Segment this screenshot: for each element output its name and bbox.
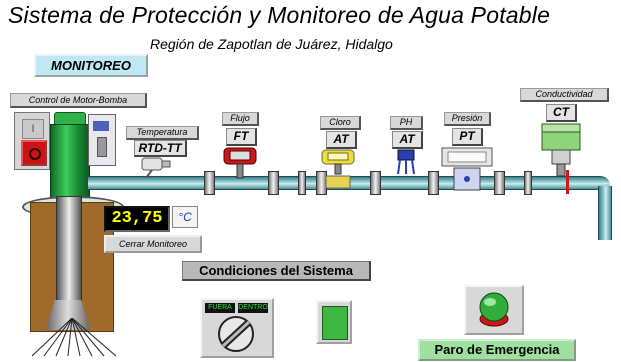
ph-tag: AT bbox=[392, 131, 423, 149]
conductividad-label: Conductividad bbox=[520, 88, 609, 102]
monitoreo-button[interactable]: MONITOREO bbox=[34, 54, 148, 77]
motor-switch-panel: I bbox=[14, 112, 50, 170]
ph-label: PH bbox=[390, 116, 423, 130]
motor-body bbox=[50, 124, 90, 198]
cloro-tag: AT bbox=[326, 131, 357, 149]
flujo-label: Flujo bbox=[222, 112, 259, 126]
selector-knob-icon bbox=[218, 316, 254, 352]
well-shaft bbox=[56, 196, 82, 308]
power-icon bbox=[29, 148, 41, 160]
presion-label: Presión bbox=[444, 112, 491, 126]
temperature-unit: °C bbox=[172, 206, 198, 228]
motor-switch-label: I bbox=[22, 119, 44, 139]
cerrar-monitoreo-button[interactable]: Cerrar Monitoreo bbox=[104, 235, 202, 253]
emergency-stop-icon bbox=[479, 292, 509, 327]
page-title: Sistema de Protección y Monitoreo de Agu… bbox=[8, 2, 551, 28]
conductivity-sensor-icon bbox=[541, 123, 581, 177]
temperatura-tag: RTD-TT bbox=[134, 140, 187, 157]
motor-controller[interactable] bbox=[88, 114, 116, 166]
condiciones-title: Condiciones del Sistema bbox=[182, 261, 371, 281]
selector-switch[interactable]: FUERA DENTRO bbox=[200, 298, 274, 358]
pipe-flange bbox=[524, 171, 532, 195]
motor-control-label: Control de Motor-Bomba bbox=[10, 93, 147, 108]
cloro-label: Cloro bbox=[320, 116, 361, 130]
page-subtitle: Región de Zapotlan de Juárez, Hidalgo bbox=[150, 36, 393, 52]
flow-meter-icon bbox=[223, 147, 257, 179]
pressure-transmitter-icon bbox=[441, 147, 493, 191]
pipe-flange bbox=[370, 171, 381, 195]
ph-sensor-icon bbox=[397, 149, 415, 175]
flujo-tag: FT bbox=[226, 128, 257, 146]
status-indicator bbox=[316, 300, 352, 344]
chlorine-analyzer-icon bbox=[321, 149, 355, 189]
controller-handle bbox=[97, 137, 107, 157]
vertical-pipe bbox=[598, 186, 612, 240]
pipe-flange bbox=[494, 171, 505, 195]
temperature-display: 23,75 bbox=[104, 206, 170, 232]
controller-screen bbox=[93, 121, 109, 131]
selector-fuera-label: FUERA bbox=[205, 303, 235, 313]
pipe-flange bbox=[204, 171, 215, 195]
presion-tag: PT bbox=[452, 128, 483, 146]
pipe-flange bbox=[298, 171, 306, 195]
paro-emergencia-button[interactable]: Paro de Emergencia bbox=[418, 339, 576, 361]
conductividad-tag: CT bbox=[546, 104, 577, 122]
temperature-sensor-icon bbox=[141, 157, 171, 178]
pipe-flange bbox=[428, 171, 439, 195]
temperatura-label: Temperatura bbox=[126, 126, 199, 140]
emergency-stop-button[interactable] bbox=[464, 285, 524, 335]
water-spray-icon bbox=[31, 318, 117, 357]
pipe-flange bbox=[268, 171, 279, 195]
selector-dentro-label: DENTRO bbox=[238, 303, 268, 313]
motor-switch-button[interactable] bbox=[21, 140, 47, 166]
status-indicator-light bbox=[322, 306, 348, 340]
